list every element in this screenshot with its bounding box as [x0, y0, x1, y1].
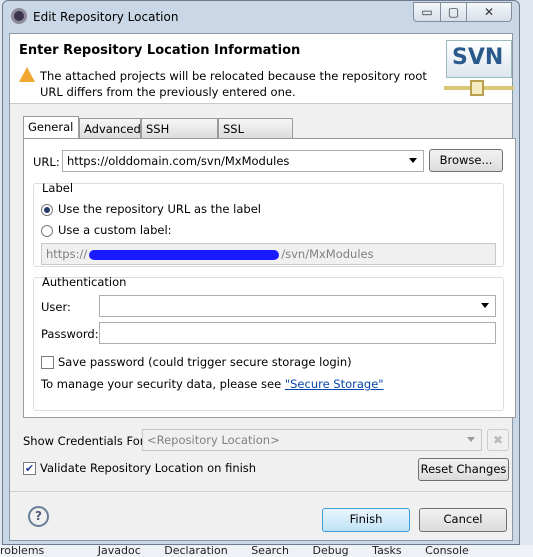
tab-ssh-settings[interactable]: SSH Settings [141, 118, 218, 150]
browse-button[interactable]: Browse... [429, 149, 503, 172]
custom-label-radio[interactable] [41, 225, 53, 237]
window-title: Edit Repository Location [33, 10, 179, 24]
validate-label: Validate Repository Location on finish [40, 461, 257, 475]
maximize-button[interactable]: ▢ [440, 2, 467, 22]
show-credentials-label: Show Credentials For: [23, 434, 149, 448]
dialog-client: Enter Repository Location Information Th… [9, 33, 516, 541]
save-password-label: Save password (could trigger secure stor… [58, 355, 352, 369]
label-group-title: Label [42, 181, 74, 195]
password-label: Password: [41, 327, 99, 341]
custom-label-suffix: /svn/MxModules [281, 247, 374, 261]
bg-tab-declaration[interactable]: Declaration [164, 544, 227, 557]
header-title: Enter Repository Location Information [19, 43, 301, 58]
chevron-down-icon [467, 437, 475, 442]
use-url-label-text: Use the repository URL as the label [58, 202, 261, 216]
background-eclipse-tabs: roblems Javadoc Declaration Search Debug… [0, 545, 533, 557]
label-group: Label Use the repository URL as the labe… [33, 181, 504, 267]
warning-icon [19, 67, 35, 82]
bg-tab-search[interactable]: Search [251, 544, 289, 557]
use-url-label-radio[interactable] [41, 204, 53, 216]
dialog-window: Edit Repository Location ▭ ▢ ✕ Enter Rep… [2, 0, 520, 545]
custom-label-input[interactable]: https:// /svn/MxModules [41, 243, 496, 265]
eclipse-app-icon [11, 8, 27, 24]
user-label: User: [41, 300, 71, 314]
tab-ssl-settings[interactable]: SSL Settings [218, 118, 293, 150]
save-password-checkbox[interactable] [41, 356, 54, 369]
bg-tab-debug[interactable]: Debug [312, 544, 348, 557]
cancel-button[interactable]: Cancel [419, 508, 507, 532]
show-credentials-value: <Repository Location> [147, 433, 280, 447]
warning-message: The attached projects will be relocated … [40, 69, 427, 99]
svn-logo: SVN [444, 38, 516, 100]
password-input[interactable] [99, 322, 496, 344]
close-button[interactable]: ✕ [466, 2, 512, 22]
tab-general[interactable]: General [23, 116, 79, 140]
manage-security-label: To manage your security data, please see [41, 377, 285, 391]
redacted-scribble [89, 249, 280, 260]
authentication-title: Authentication [42, 275, 127, 289]
svn-logo-text: SVN [452, 45, 504, 70]
user-combo[interactable] [99, 295, 496, 317]
finish-button[interactable]: Finish [322, 508, 410, 532]
reset-changes-button[interactable]: Reset Changes [418, 458, 509, 481]
show-credentials-combo[interactable]: <Repository Location> [142, 429, 482, 451]
bg-tab-console[interactable]: Console [425, 544, 469, 557]
manage-security-text: To manage your security data, please see… [41, 377, 384, 391]
bg-tab-tasks[interactable]: Tasks [372, 544, 401, 557]
chevron-down-icon [409, 158, 417, 163]
chevron-down-icon [481, 303, 489, 308]
footer-separator [10, 491, 512, 492]
validate-checkbox[interactable]: ✔ [23, 462, 36, 475]
delete-credentials-icon[interactable]: ✖ [487, 429, 509, 451]
custom-label-text: Use a custom label: [58, 223, 172, 237]
secure-storage-link[interactable]: "Secure Storage" [285, 377, 384, 391]
general-tab-panel: URL: https://olddomain.com/svn/MxModules… [23, 138, 516, 418]
minimize-button[interactable]: ▭ [413, 2, 441, 22]
custom-label-prefix: https:// [46, 247, 88, 261]
dialog-header: Enter Repository Location Information Th… [10, 34, 514, 104]
bg-tab-problems[interactable]: roblems [0, 544, 44, 557]
url-combo[interactable]: https://olddomain.com/svn/MxModules [62, 150, 424, 172]
bg-tab-javadoc[interactable]: Javadoc [98, 544, 141, 557]
authentication-group: Authentication User: Password: Save pass… [33, 275, 504, 411]
url-value: https://olddomain.com/svn/MxModules [67, 154, 290, 168]
tab-advanced[interactable]: Advanced [79, 118, 141, 139]
url-label: URL: [33, 155, 60, 169]
help-icon[interactable]: ? [28, 506, 49, 527]
